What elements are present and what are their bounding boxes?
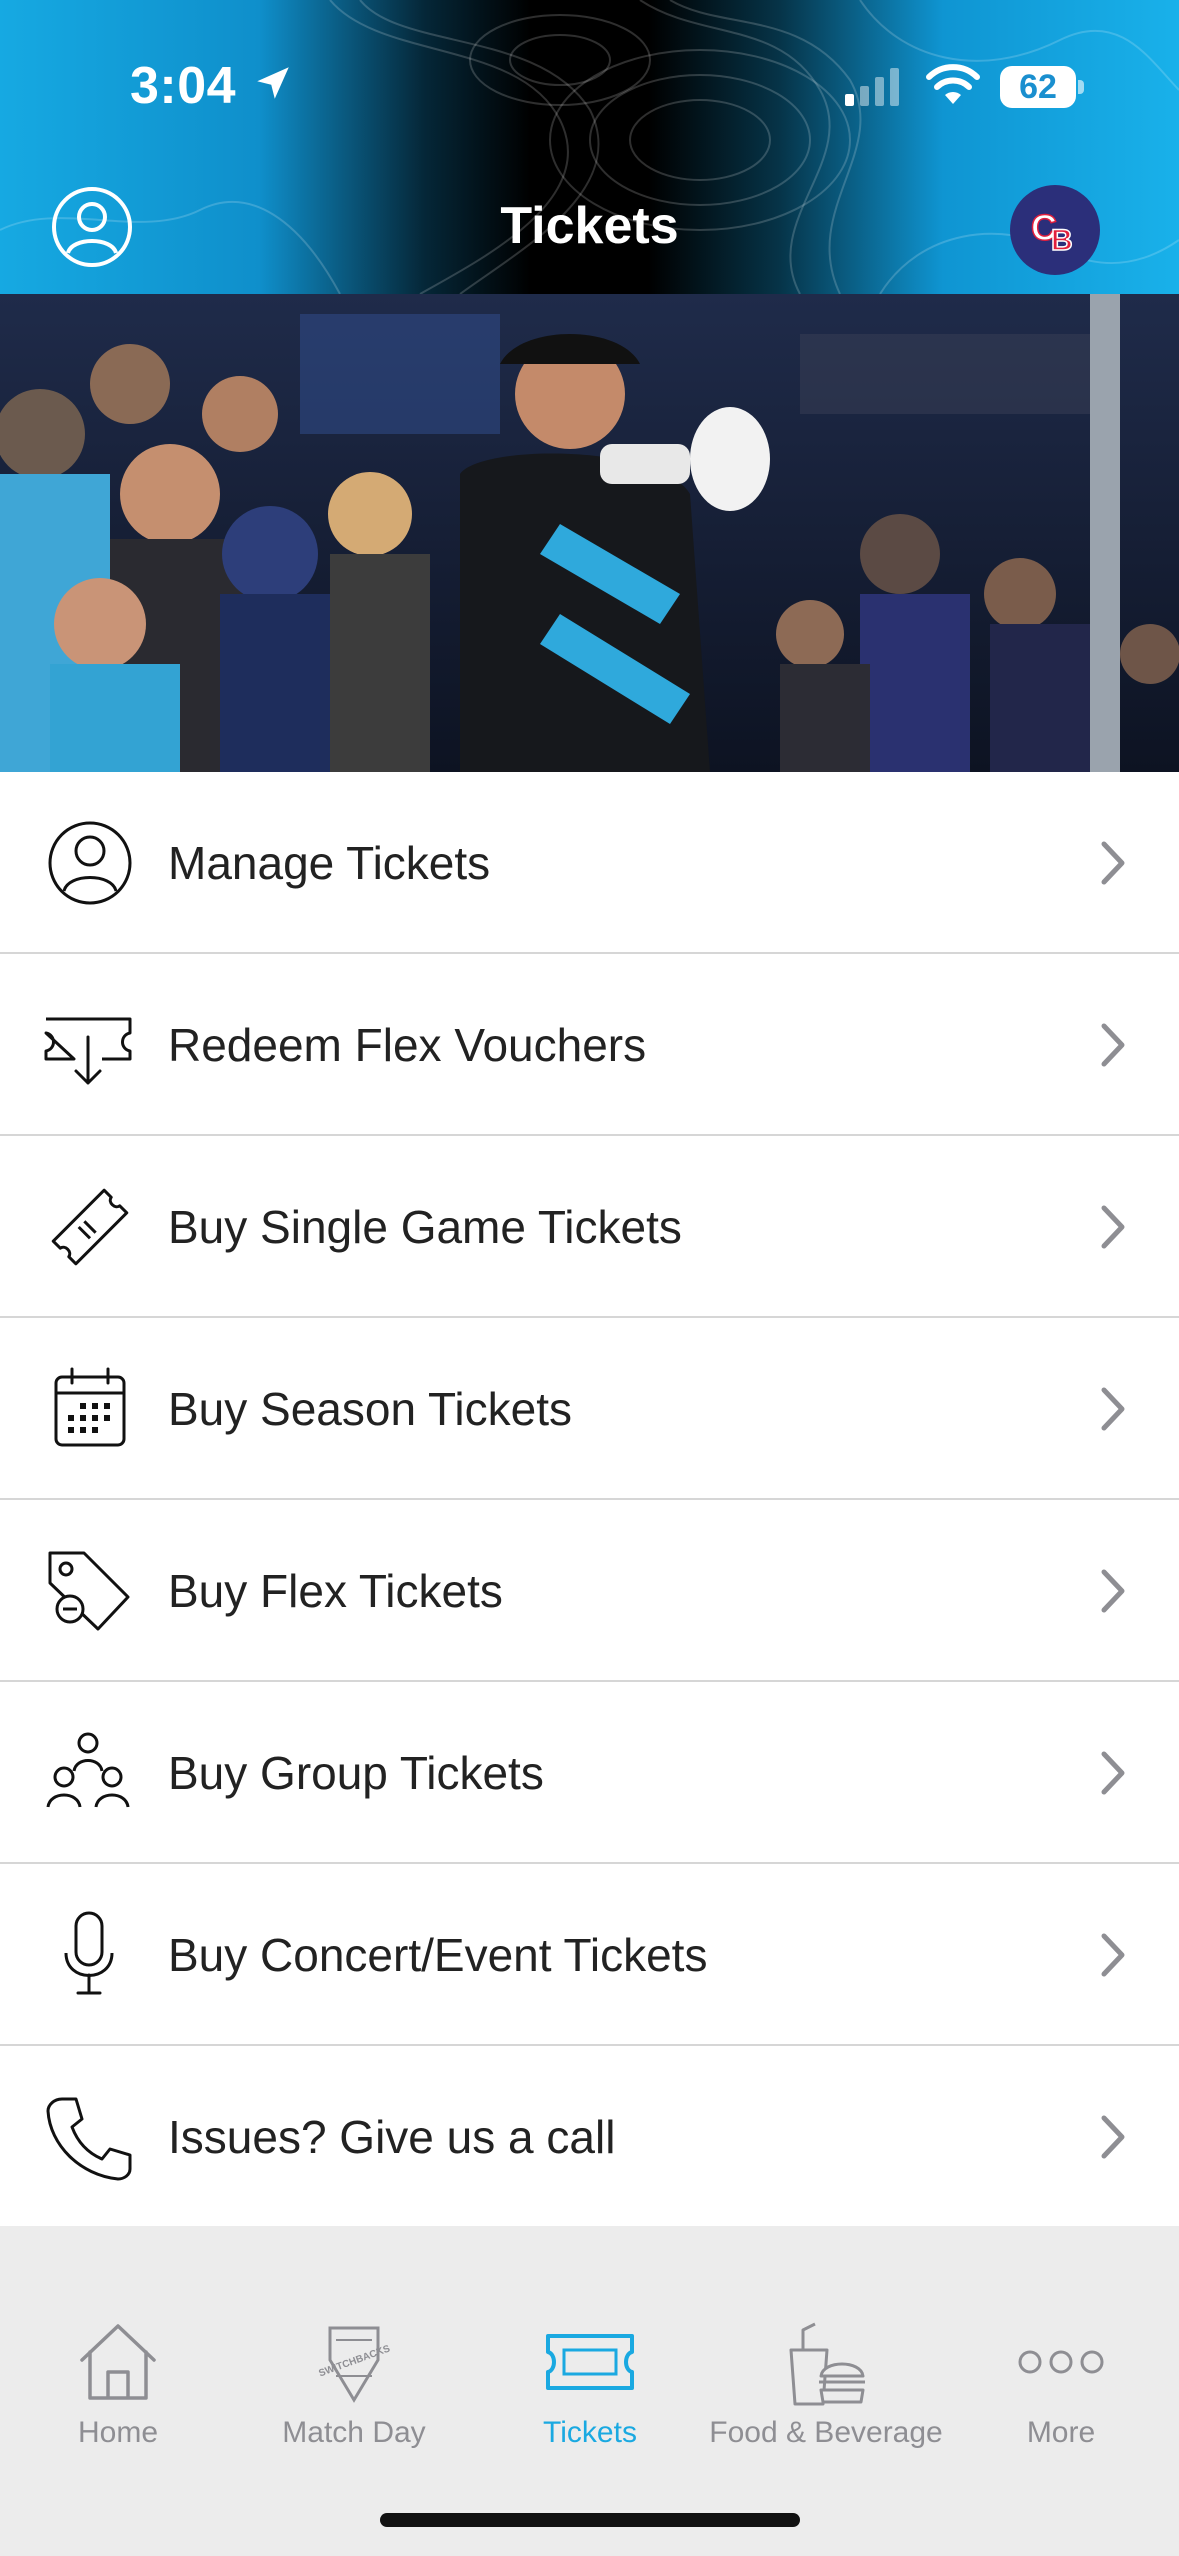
- ticket-icon: [546, 2334, 634, 2390]
- tag-icon: [48, 1551, 130, 1631]
- team-logo[interactable]: C B: [1010, 185, 1100, 275]
- tab-label: More: [1026, 2416, 1096, 2449]
- tab-home[interactable]: Home: [0, 2226, 236, 2466]
- menu-item-label: Issues? Give us a call: [168, 2111, 616, 2163]
- chevron-right-icon: [1101, 1933, 1125, 1977]
- page-title: Tickets: [500, 197, 679, 255]
- chevron-right-icon: [1101, 1205, 1125, 1249]
- team-logo-icon: C B: [1030, 206, 1073, 258]
- menu-item-label: Buy Flex Tickets: [168, 1565, 503, 1617]
- tab-label: Home: [77, 2416, 159, 2449]
- battery-nub: [1078, 80, 1084, 94]
- menu-item-buy-concert-event-tickets[interactable]: Buy Concert/Event Tickets: [0, 1864, 1179, 2046]
- hero-image: [0, 294, 1179, 772]
- menu-item-label: Redeem Flex Vouchers: [168, 1019, 647, 1071]
- home-indicator[interactable]: [380, 2513, 800, 2527]
- food-beverage-icon: [789, 2322, 865, 2406]
- voucher-icon: [44, 1017, 132, 1085]
- svg-text:B: B: [1051, 224, 1073, 257]
- tab-label: Tickets: [543, 2416, 637, 2449]
- switchbacks-logo-icon: SWITCHBACKS: [317, 2326, 392, 2403]
- menu-item-label: Buy Group Tickets: [168, 1747, 544, 1799]
- menu-item-buy-flex-tickets[interactable]: Buy Flex Tickets: [0, 1500, 1179, 1682]
- menu-item-label: Buy Concert/Event Tickets: [168, 1929, 708, 1981]
- menu-item-label: Buy Single Game Tickets: [168, 1201, 682, 1253]
- more-icon: [1018, 2350, 1104, 2374]
- chevron-right-icon: [1101, 1023, 1125, 1067]
- battery-level: 62: [1000, 66, 1076, 108]
- microphone-icon: [64, 1911, 114, 1995]
- ticket-icon: [51, 1188, 129, 1266]
- tab-match-day[interactable]: SWITCHBACKS Match Day: [236, 2226, 472, 2466]
- tab-tickets[interactable]: Tickets: [472, 2226, 708, 2466]
- phone-icon: [46, 2097, 132, 2181]
- app-header: 3:04 62 Tickets C B: [0, 0, 1179, 294]
- group-icon: [46, 1732, 130, 1808]
- menu-item-manage-tickets[interactable]: Manage Tickets: [0, 772, 1179, 954]
- chevron-right-icon: [1101, 2115, 1125, 2159]
- menu-item-label: Buy Season Tickets: [168, 1383, 572, 1435]
- menu-item-buy-single-game-tickets[interactable]: Buy Single Game Tickets: [0, 1136, 1179, 1318]
- home-icon: [80, 2324, 156, 2400]
- chevron-right-icon: [1101, 1751, 1125, 1795]
- cellular-signal-icon: [845, 68, 899, 106]
- tab-more[interactable]: More: [943, 2226, 1179, 2466]
- chevron-right-icon: [1101, 841, 1125, 885]
- menu-item-label: Manage Tickets: [168, 837, 491, 889]
- chevron-right-icon: [1101, 1387, 1125, 1431]
- menu-item-issues-call[interactable]: Issues? Give us a call: [0, 2046, 1179, 2228]
- location-arrow-icon: [257, 67, 289, 99]
- fans-photo: [0, 294, 1179, 772]
- chevron-right-icon: [1101, 1569, 1125, 1613]
- calendar-icon: [54, 1367, 126, 1447]
- menu-item-buy-group-tickets[interactable]: Buy Group Tickets: [0, 1682, 1179, 1864]
- menu-item-buy-season-tickets[interactable]: Buy Season Tickets: [0, 1318, 1179, 1500]
- wifi-icon: [926, 64, 980, 104]
- menu-item-redeem-flex-vouchers[interactable]: Redeem Flex Vouchers: [0, 954, 1179, 1136]
- status-time: 3:04: [130, 57, 237, 115]
- tab-label: Food & Beverage: [709, 2416, 943, 2449]
- bottom-tab-bar: Home SWITCHBACKS Match Day Tickets Food …: [0, 2226, 1179, 2556]
- user-circle-icon: [48, 821, 132, 905]
- tickets-menu: Manage Tickets Redeem Flex Vouchers Buy …: [0, 772, 1179, 2228]
- tab-food-beverage[interactable]: Food & Beverage: [708, 2226, 944, 2466]
- tab-label: Match Day: [282, 2416, 426, 2449]
